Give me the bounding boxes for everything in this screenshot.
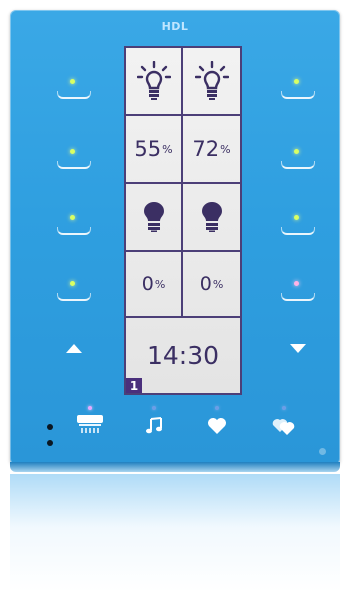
- heart-pair-icon[interactable]: [272, 416, 296, 436]
- page-down-arrow[interactable]: [290, 344, 306, 353]
- key-led: [294, 281, 299, 286]
- page-up-arrow[interactable]: [66, 344, 82, 353]
- key-led: [70, 215, 75, 220]
- mode-led: [152, 406, 156, 410]
- lcd-cell-level-left[interactable]: 55%: [126, 116, 183, 184]
- lcd-cell-light-off-left[interactable]: [126, 184, 183, 252]
- air-conditioner-icon[interactable]: [76, 414, 104, 434]
- key-line: [57, 161, 91, 169]
- key-led: [70, 79, 75, 84]
- mode-led: [215, 406, 219, 410]
- percent-unit: %: [154, 277, 166, 291]
- light-off-icon: [143, 202, 164, 232]
- key-line: [281, 227, 315, 235]
- lcd-screen: 55% 72% 0% 0% 14:30 1: [124, 46, 242, 395]
- level-value: 55: [134, 137, 162, 161]
- lcd-cell-level-left-2[interactable]: 0%: [126, 252, 183, 318]
- light-off-icon: [201, 202, 222, 232]
- level-value: 0: [199, 273, 212, 295]
- key-line: [57, 293, 91, 301]
- heart-icon[interactable]: [207, 417, 227, 435]
- key-led: [294, 79, 299, 84]
- mode-led: [88, 406, 92, 410]
- indicator-dot: [47, 440, 53, 446]
- panel-surface: HDL 55 % 72 % 0 % 0 % 14:30 1: [10, 10, 340, 465]
- key-led: [70, 281, 75, 286]
- left-key-3[interactable]: [53, 212, 93, 236]
- key-line: [281, 91, 315, 99]
- left-key-1[interactable]: [53, 76, 93, 100]
- key-line: [57, 91, 91, 99]
- level-value: 0: [141, 273, 154, 295]
- percent-unit: %: [162, 142, 173, 156]
- lcd-cell-light-on-right[interactable]: [183, 48, 240, 116]
- music-note-icon[interactable]: [146, 416, 164, 434]
- key-line: [281, 293, 315, 301]
- right-key-2[interactable]: [277, 146, 317, 170]
- right-key-3[interactable]: [277, 212, 317, 236]
- brand-logo: HDL: [161, 20, 189, 33]
- lcd-cell-light-on-left[interactable]: [126, 48, 183, 116]
- indicator-dot: [47, 424, 53, 430]
- right-key-4[interactable]: [277, 278, 317, 302]
- key-line: [57, 227, 91, 235]
- page-number-badge: 1: [126, 378, 142, 393]
- clock-display: 14:30: [146, 341, 220, 370]
- percent-unit: %: [220, 142, 231, 156]
- light-on-icon: [136, 61, 171, 100]
- left-key-4[interactable]: [53, 278, 93, 302]
- key-led: [294, 149, 299, 154]
- key-line: [281, 161, 315, 169]
- lcd-cell-level-right-2[interactable]: 0%: [183, 252, 240, 318]
- key-led: [70, 149, 75, 154]
- right-key-1[interactable]: [277, 76, 317, 100]
- percent-unit: %: [212, 277, 224, 291]
- lcd-cell-level-right[interactable]: 72%: [183, 116, 240, 184]
- lcd-cell-light-off-right[interactable]: [183, 184, 240, 252]
- panel-reflection: [10, 474, 340, 592]
- key-led: [294, 215, 299, 220]
- left-key-2[interactable]: [53, 146, 93, 170]
- light-on-icon: [194, 61, 229, 100]
- level-value: 72: [192, 137, 220, 161]
- mode-led: [282, 406, 286, 410]
- status-led: [319, 448, 326, 455]
